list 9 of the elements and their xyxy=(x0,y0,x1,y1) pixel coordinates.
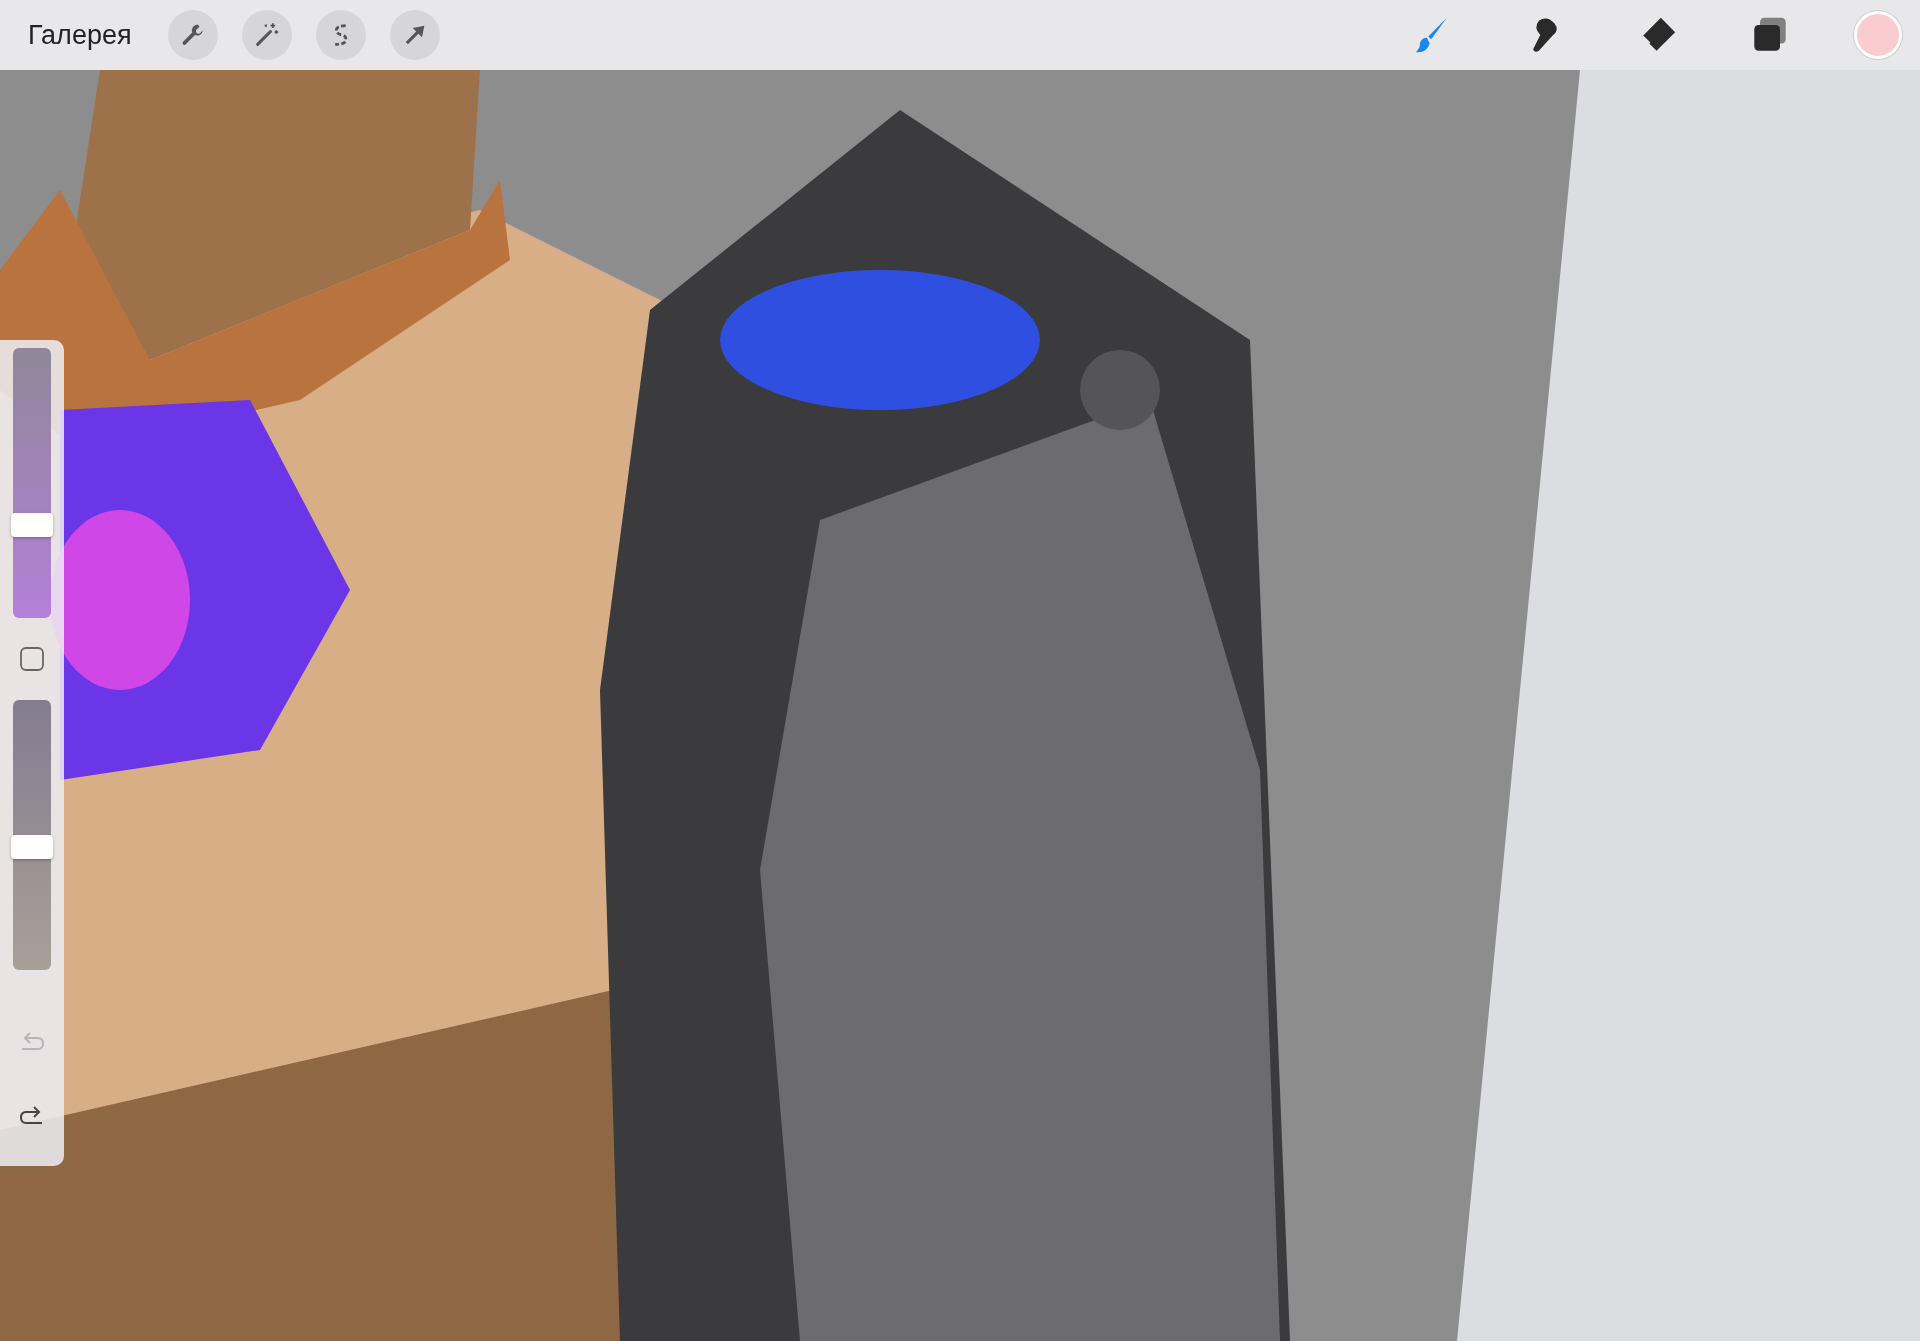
wrench-icon[interactable] xyxy=(167,10,218,60)
magic-wand-icon[interactable] xyxy=(241,10,292,60)
selection-icon[interactable] xyxy=(315,10,366,60)
gallery-button[interactable]: Галерея xyxy=(28,14,144,56)
opacity-slider[interactable] xyxy=(13,700,51,970)
slider-thumb[interactable] xyxy=(11,512,53,537)
color-swatch[interactable] xyxy=(1854,11,1902,59)
slider-thumb[interactable] xyxy=(11,835,53,860)
brush-size-slider[interactable] xyxy=(13,348,51,618)
